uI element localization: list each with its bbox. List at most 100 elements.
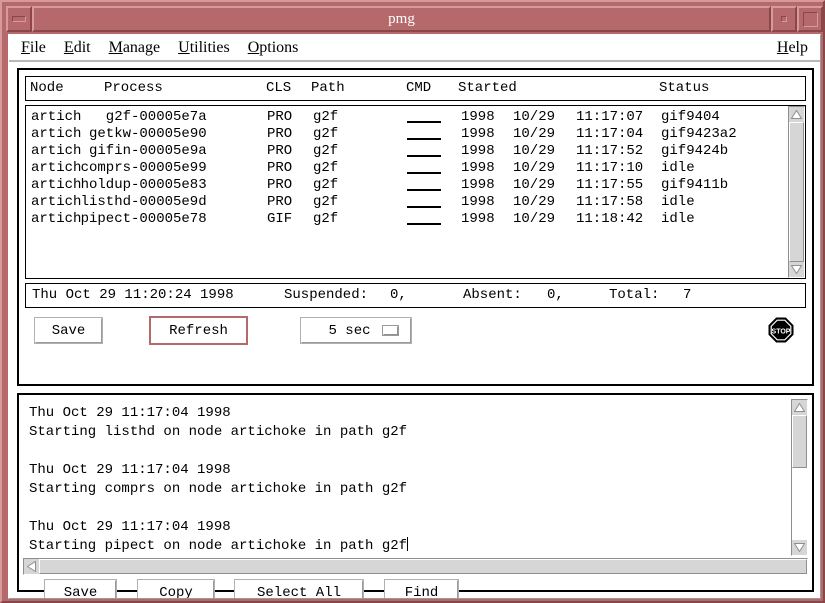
process-controls-row: Save Refresh 5 sec STOP — [25, 315, 806, 347]
menu-item-utilities[interactable]: Utilities — [178, 39, 239, 57]
table-row[interactable]: artichlisthd-00005e9dPROg2f199810/2911:1… — [29, 194, 788, 211]
log-copy-button[interactable]: Copy — [138, 580, 214, 599]
maximize-button[interactable] — [797, 6, 823, 32]
window-menu-button[interactable] — [6, 6, 32, 32]
cell-path: g2f — [313, 211, 338, 227]
refresh-interval-option-menu[interactable]: 5 sec — [301, 318, 411, 343]
stop-icon-text: STOP — [772, 329, 791, 336]
log-scroll-down-arrow-icon[interactable] — [792, 540, 807, 555]
cell-started-date: 10/29 — [513, 160, 555, 176]
minimize-icon — [781, 16, 787, 22]
log-hscroll-track[interactable] — [39, 559, 807, 574]
menu-bar: File Edit Manage Utilities Options Help — [9, 35, 821, 62]
refresh-button[interactable]: Refresh — [149, 316, 248, 345]
column-header-cls[interactable]: CLS — [266, 80, 291, 96]
menu-item-help[interactable]: Help — [777, 39, 808, 57]
table-row[interactable]: artichgifin-00005e9aPROg2f199810/2911:17… — [29, 143, 788, 160]
column-header-process[interactable]: Process — [104, 80, 163, 96]
cell-status: gif9411b — [661, 177, 728, 193]
log-scroll-up-arrow-icon[interactable] — [792, 400, 807, 415]
cell-cls: PRO — [267, 143, 292, 159]
cell-started-date: 10/29 — [513, 143, 555, 159]
table-row[interactable]: artichpipect-00005e78GIFg2f199810/2911:1… — [29, 211, 788, 228]
total-value: 7 — [683, 287, 691, 303]
log-scroll-thumb[interactable] — [792, 415, 807, 468]
save-button[interactable]: Save — [35, 318, 102, 343]
cell-path: g2f — [313, 160, 338, 176]
log-hscroll-thumb[interactable] — [39, 559, 807, 574]
log-select-all-button[interactable]: Select All — [235, 580, 363, 599]
menu-file-rest: ile — [30, 39, 46, 56]
scroll-up-arrow-icon[interactable] — [789, 107, 804, 122]
menu-edit-rest: dit — [74, 39, 91, 56]
stop-icon[interactable]: STOP — [768, 317, 794, 343]
column-header-node[interactable]: Node — [30, 80, 64, 96]
cell-path: g2f — [313, 126, 338, 142]
cell-process: g2f-00005e7a — [106, 109, 207, 125]
cell-started-date: 10/29 — [513, 177, 555, 193]
scroll-track[interactable] — [789, 122, 804, 262]
log-scroll-left-arrow-icon[interactable] — [24, 559, 39, 574]
process-list-vertical-scrollbar[interactable] — [788, 106, 805, 278]
suspended-label: Suspended: — [284, 287, 368, 303]
process-list-rows: artichg2f-00005e7aPROg2f199810/2911:17:0… — [26, 106, 788, 278]
cell-started-year: 1998 — [461, 126, 495, 142]
cell-started-time: 11:17:55 — [576, 177, 643, 193]
menu-options-rest: ptions — [259, 39, 298, 56]
cell-status: gif9404 — [661, 109, 720, 125]
menu-item-options[interactable]: Options — [248, 39, 308, 57]
log-horizontal-scrollbar-wrap — [23, 558, 808, 575]
suspended-value: 0, — [390, 287, 407, 303]
log-find-button[interactable]: Find — [385, 580, 458, 599]
log-vertical-scrollbar[interactable] — [791, 399, 808, 556]
client-area: File Edit Manage Utilities Options Help … — [8, 34, 821, 599]
menu-item-edit[interactable]: Edit — [64, 39, 100, 57]
maximize-icon — [803, 12, 818, 27]
log-line: Thu Oct 29 11:17:04 1998 — [29, 518, 791, 537]
log-lines[interactable]: Thu Oct 29 11:17:04 1998Starting listhd … — [23, 399, 791, 556]
window-title-area[interactable]: pmg — [32, 6, 771, 32]
cell-started-date: 10/29 — [513, 194, 555, 210]
menu-help-mnemonic: H — [777, 39, 789, 56]
column-header-path[interactable]: Path — [311, 80, 345, 96]
table-row[interactable]: artichcomprs-00005e99PROg2f199810/2911:1… — [29, 160, 788, 177]
cell-started-year: 1998 — [461, 211, 495, 227]
table-row[interactable]: artichholdup-00005e83PROg2f199810/2911:1… — [29, 177, 788, 194]
absent-label: Absent: — [463, 287, 522, 303]
cell-cmd — [407, 206, 441, 208]
log-text-area[interactable]: Thu Oct 29 11:17:04 1998Starting listhd … — [23, 399, 808, 556]
cell-cmd — [407, 172, 441, 174]
table-row[interactable]: artichgetkw-00005e90PROg2f199810/2911:17… — [29, 126, 788, 143]
cell-path: g2f — [313, 194, 338, 210]
cell-node: artich — [31, 211, 81, 227]
cell-cmd — [407, 189, 441, 191]
process-list[interactable]: artichg2f-00005e7aPROg2f199810/2911:17:0… — [25, 105, 806, 279]
cell-node: artich — [31, 160, 81, 176]
log-scroll-track[interactable] — [792, 415, 807, 540]
process-table-header: Node Process CLS Path CMD Started Status — [25, 76, 806, 101]
refresh-interval-value: 5 sec — [302, 323, 383, 339]
minimize-button[interactable] — [771, 6, 797, 32]
menu-item-manage[interactable]: Manage — [109, 39, 170, 57]
cell-process: listhd-00005e9d — [81, 194, 207, 210]
column-header-started[interactable]: Started — [458, 80, 517, 96]
cell-started-year: 1998 — [461, 160, 495, 176]
cell-cls: PRO — [267, 194, 292, 210]
window-title: pmg — [388, 11, 415, 28]
cell-started-date: 10/29 — [513, 126, 555, 142]
cell-status: idle — [661, 211, 695, 227]
cell-status: gif9423a2 — [661, 126, 737, 142]
menu-item-file[interactable]: File — [21, 39, 55, 57]
menu-options-mnemonic: O — [248, 39, 260, 56]
column-header-cmd[interactable]: CMD — [406, 80, 431, 96]
log-horizontal-scrollbar[interactable] — [23, 558, 808, 575]
scroll-down-arrow-icon[interactable] — [789, 262, 804, 277]
option-menu-indicator-icon — [383, 326, 398, 335]
table-row[interactable]: artichg2f-00005e7aPROg2f199810/2911:17:0… — [29, 109, 788, 126]
cell-started-time: 11:18:42 — [576, 211, 643, 227]
menu-utilities-mnemonic: U — [178, 39, 190, 56]
scroll-thumb[interactable] — [789, 122, 804, 262]
column-header-status[interactable]: Status — [659, 80, 709, 96]
menu-edit-mnemonic: E — [64, 39, 74, 56]
log-save-button[interactable]: Save — [45, 580, 116, 599]
